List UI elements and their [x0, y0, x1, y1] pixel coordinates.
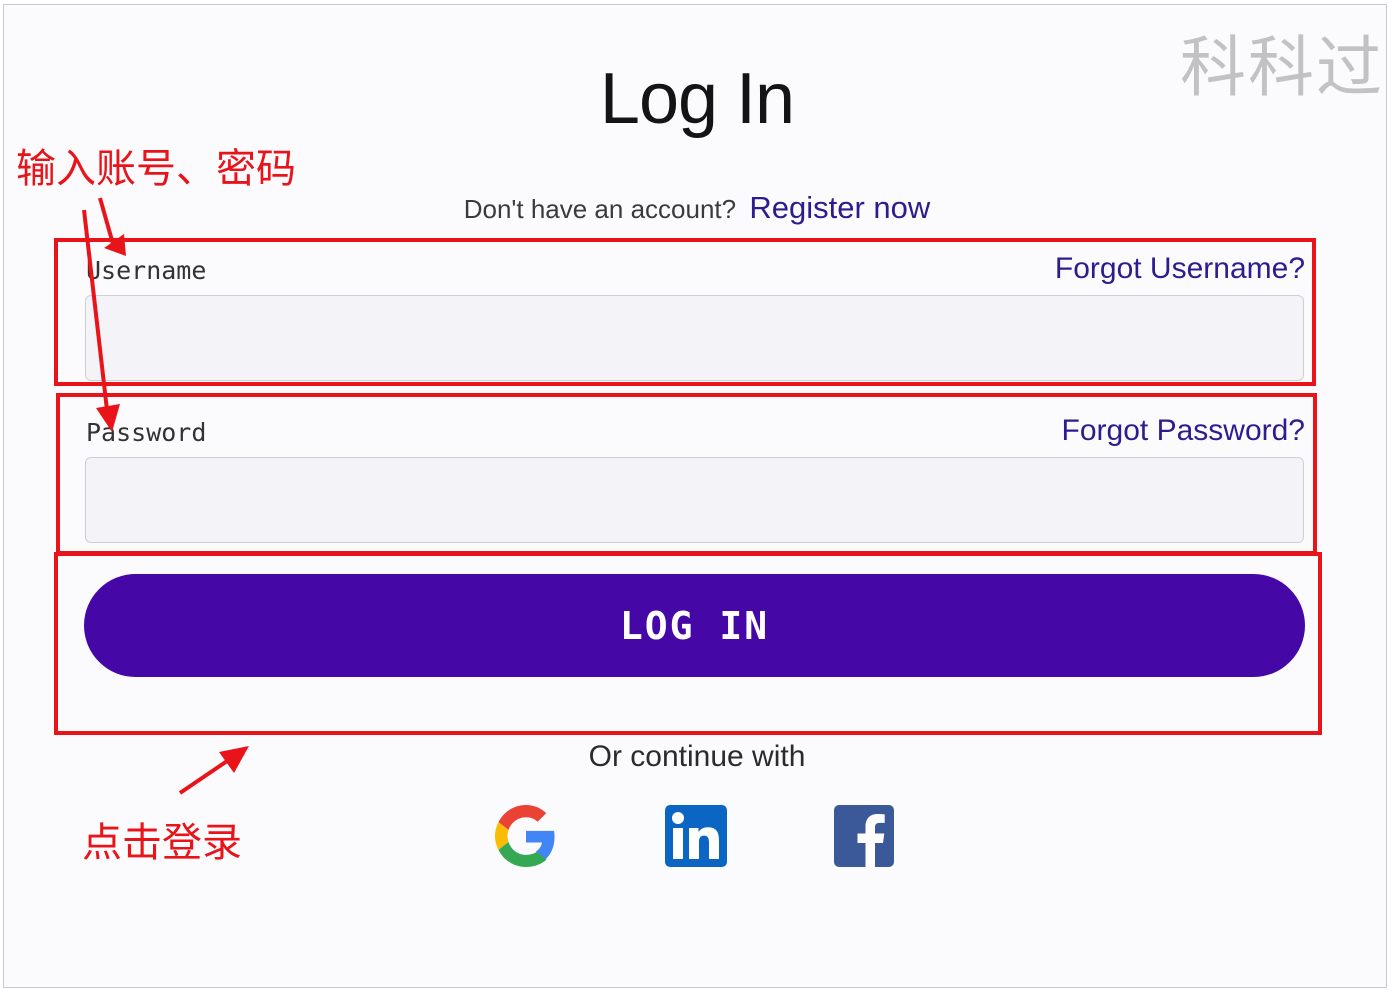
register-prompt: Don't have an account?	[463, 194, 737, 224]
annotation-box-username	[54, 238, 1316, 386]
annotation-enter-credentials: 输入账号、密码	[16, 146, 296, 192]
facebook-login-button[interactable]	[834, 805, 894, 867]
page-title: Log In	[599, 59, 795, 139]
continue-with-label: Or continue with	[588, 740, 806, 773]
annotation-box-login	[54, 552, 1322, 735]
annotation-box-password	[56, 393, 1317, 555]
google-login-button[interactable]	[495, 805, 557, 867]
register-row: Don't have an account? Register now	[0, 190, 1394, 226]
google-icon	[495, 805, 555, 867]
annotation-click-login: 点击登录	[82, 820, 242, 866]
linkedin-login-button[interactable]	[665, 805, 727, 867]
facebook-icon	[834, 805, 894, 867]
register-link[interactable]: Register now	[749, 190, 930, 225]
linkedin-icon	[665, 805, 727, 867]
